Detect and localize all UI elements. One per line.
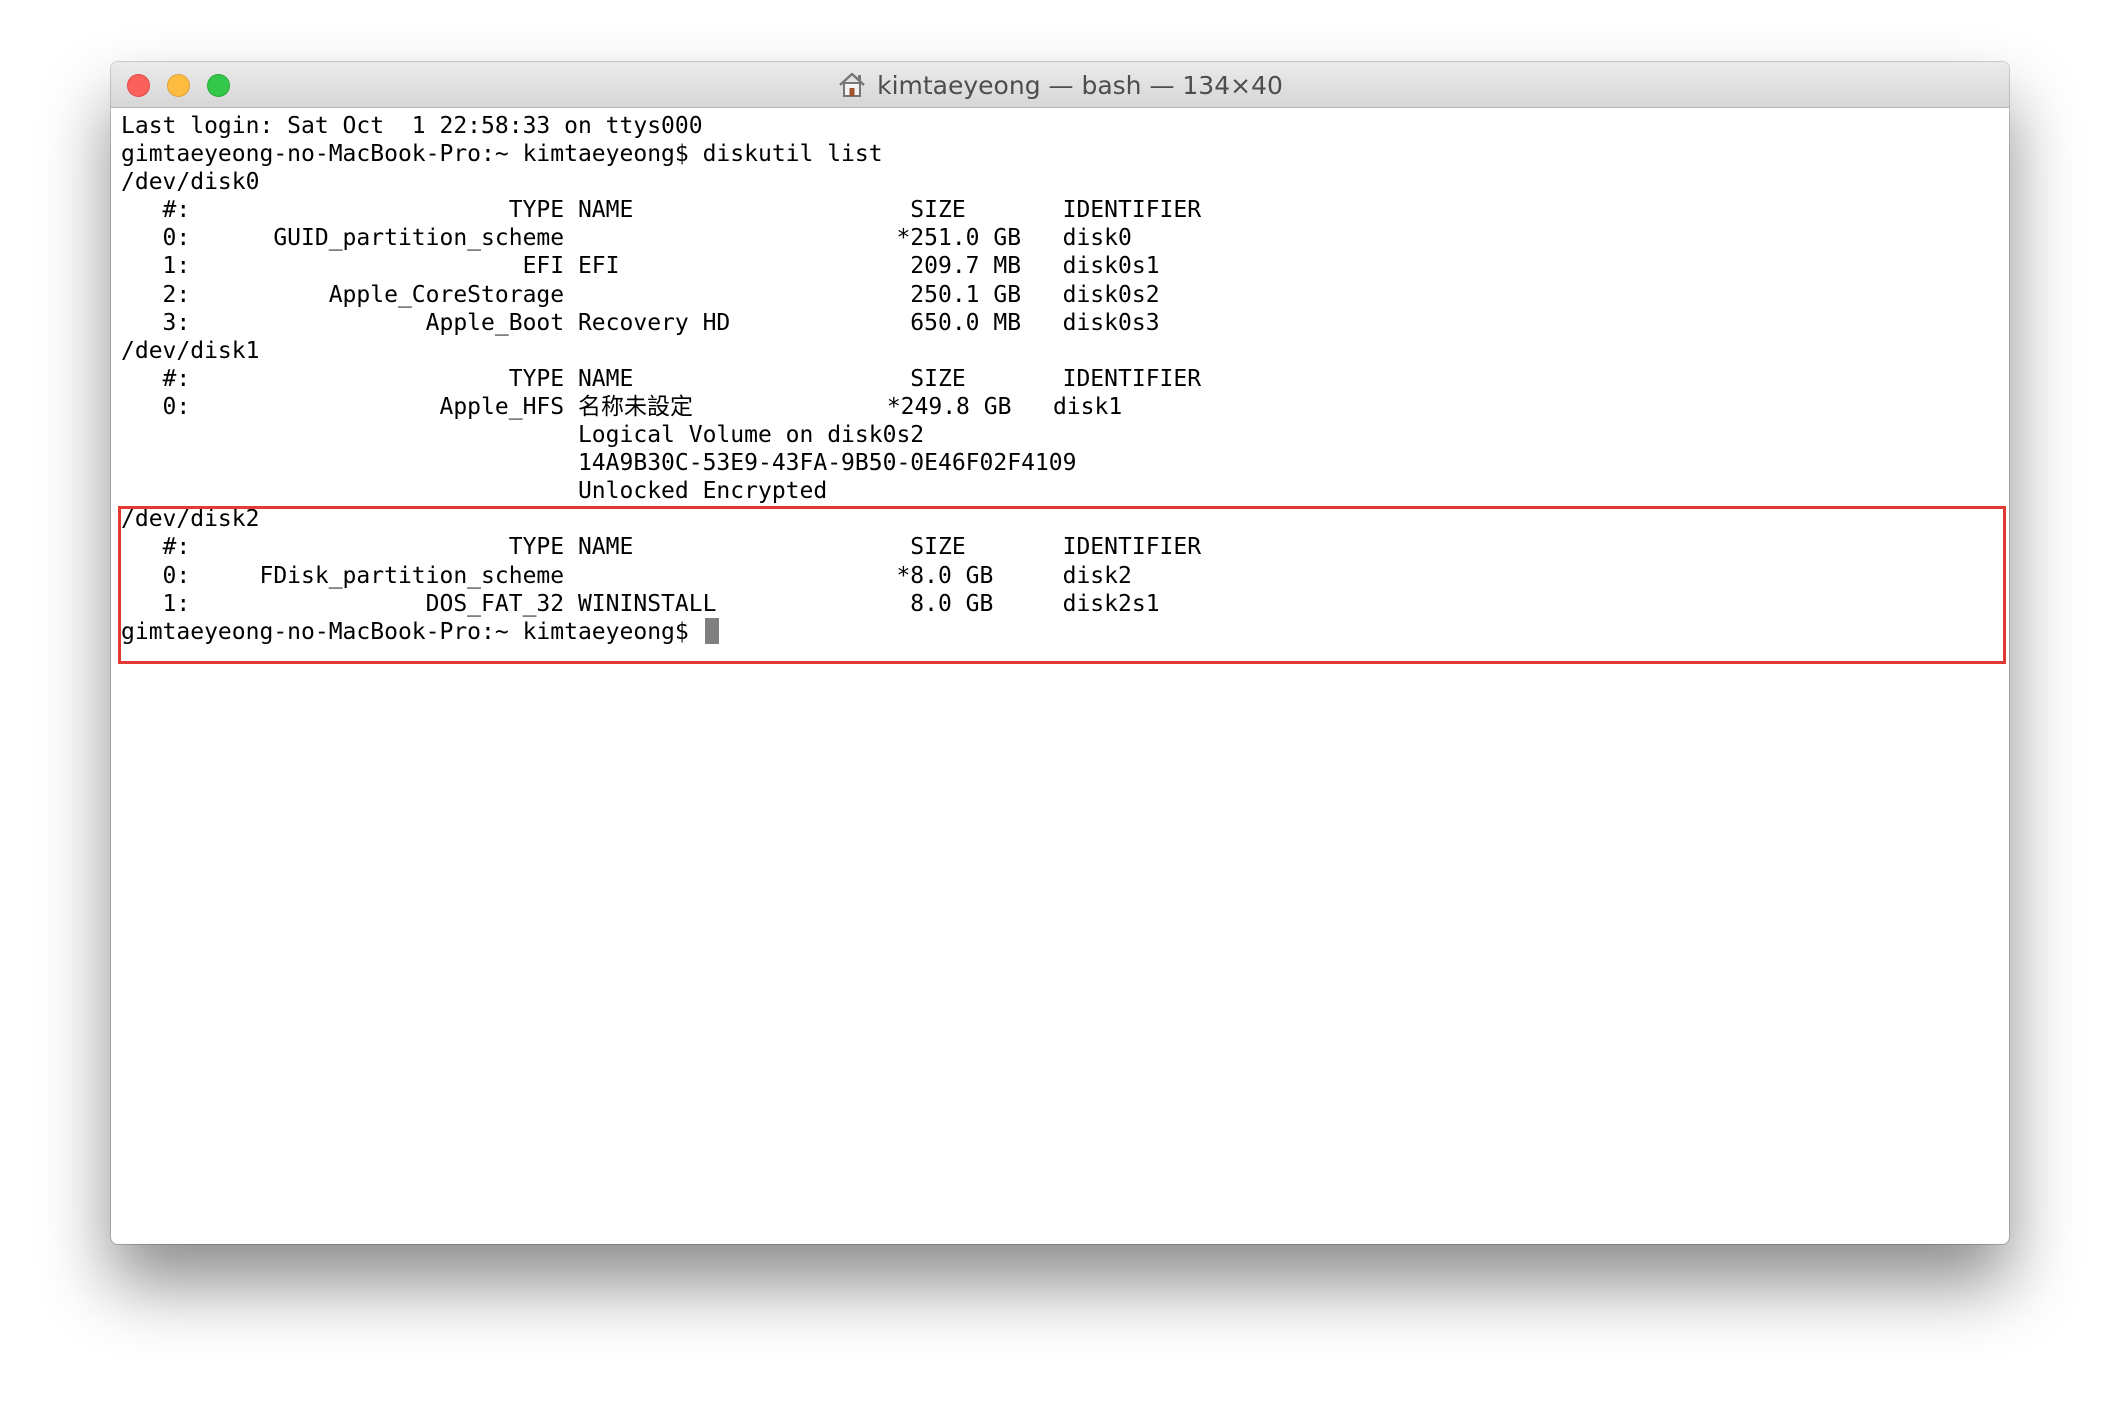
home-icon (839, 72, 865, 97)
terminal-line: /dev/disk1 (121, 337, 260, 364)
terminal-line: #: TYPE NAME SIZE IDENTIFIER (121, 197, 1202, 224)
terminal-line: Unlocked Encrypted (121, 478, 828, 505)
terminal-line: 2: Apple_CoreStorage 250.1 GB disk0s2 (121, 281, 1160, 308)
disk2-highlight-box (118, 506, 2006, 664)
terminal-line: Logical Volume on disk0s2 (121, 422, 925, 449)
terminal-line: 14A9B30C-53E9-43FA-9B50-0E46F02F4109 (121, 450, 1077, 477)
terminal-line: gimtaeyeong-no-MacBook-Pro:~ kimtaeyeong… (121, 141, 883, 168)
window-title-text: kimtaeyeong — bash — 134×40 (877, 70, 1283, 100)
terminal-line: /dev/disk0 (121, 169, 260, 196)
terminal-line: 0: GUID_partition_scheme *251.0 GB disk0 (121, 225, 1132, 252)
terminal-output[interactable]: Last login: Sat Oct 1 22:58:33 on ttys00… (121, 112, 2009, 1244)
terminal-window: kimtaeyeong — bash — 134×40 Last login: … (111, 62, 2009, 1244)
terminal-line: 3: Apple_Boot Recovery HD 650.0 MB disk0… (121, 309, 1160, 336)
terminal-line: 0: Apple_HFS 名称未設定 *249.8 GB disk1 (121, 393, 1123, 420)
window-title: kimtaeyeong — bash — 134×40 (111, 62, 2009, 108)
terminal-line: 1: EFI EFI 209.7 MB disk0s1 (121, 253, 1160, 280)
desktop: kimtaeyeong — bash — 134×40 Last login: … (0, 0, 2120, 1404)
title-bar[interactable]: kimtaeyeong — bash — 134×40 (111, 62, 2009, 108)
terminal-line: #: TYPE NAME SIZE IDENTIFIER (121, 365, 1202, 392)
terminal-line: Last login: Sat Oct 1 22:58:33 on ttys00… (121, 113, 703, 139)
